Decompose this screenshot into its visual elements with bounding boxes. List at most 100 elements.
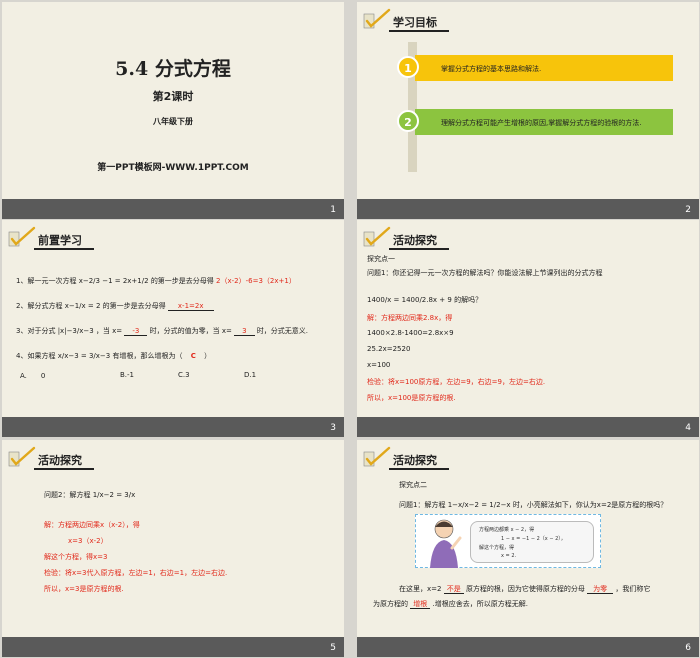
page-number: 1 xyxy=(330,205,336,215)
answer: -3 xyxy=(124,327,148,336)
header-title: 学习目标 xyxy=(393,16,437,29)
pencil-check-icon xyxy=(363,8,391,29)
answer: 2（x-2）-6=3（2x+1） xyxy=(216,277,296,285)
equation: |x|−3/x−3 xyxy=(57,327,94,335)
page-number: 4 xyxy=(685,423,691,433)
slide-4[interactable]: 活动探究 探究点一 问题1：你还记得一元一次方程的解法吗？你能设法解上节课列出的… xyxy=(357,220,699,437)
question-text: 的第一步是去分母得 xyxy=(102,302,166,310)
bubble-line: 1 − x = −1 − 2（x − 2）， xyxy=(501,536,566,542)
header-underline xyxy=(34,468,94,470)
solution-line: x=3（x-2） xyxy=(68,537,108,545)
slide-header: 学习目标 xyxy=(363,8,483,32)
option-a: A. 0 xyxy=(20,372,46,380)
text-line: 问题1：你还记得一元一次方程的解法吗？你能设法解上节课列出的分式方程 xyxy=(367,269,603,277)
header-underline xyxy=(389,30,449,32)
slide-footer: 3 xyxy=(2,417,344,437)
slide-footer: 1 xyxy=(2,199,344,219)
question-text: 时，分式无意义. xyxy=(256,327,309,335)
slide-5[interactable]: 活动探究 问题2：解方程 1/x−2 = 3/x 解：方程两边同乘x（x-2），… xyxy=(2,440,344,657)
text-line: x=100 xyxy=(367,361,391,369)
text-line: 25.2x=2520 xyxy=(367,345,411,353)
text-line: 所以，x=100是原方程的根. xyxy=(367,394,456,402)
equation: x/x−3 = 3/x−3 xyxy=(57,352,111,360)
goal-bar-2: 理解分式方程可能产生增根的原因,掌握解分式方程的验根的方法. xyxy=(415,109,673,135)
solution-bubble: 方程两边都乘 x − 2，得 1 − x = −1 − 2（x − 2）， 解这… xyxy=(470,521,594,563)
answer: 增根 xyxy=(410,600,431,609)
answer-text: 原方程的根，因为它使得原方程的分母 xyxy=(465,585,585,593)
page-number: 2 xyxy=(685,205,691,215)
student-illustration: 方程两边都乘 x − 2，得 1 − x = −1 − 2（x − 2）， 解这… xyxy=(415,514,601,568)
website-label: 第一PPT模板网-WWW.1PPT.COM xyxy=(97,163,249,173)
question-text: ） xyxy=(204,352,212,360)
header-underline xyxy=(34,248,94,250)
header-title: 活动探究 xyxy=(38,454,82,467)
answer: 3 xyxy=(234,327,255,336)
slide-header: 活动探究 xyxy=(363,446,483,470)
text-line: 1400/x = 1400/2.8x + 9 的解吗？ xyxy=(367,296,483,304)
slide-3[interactable]: 前置学习 1、解一元一次方程 x−2/3 −1 = 2x+1/2 的第一步是去分… xyxy=(2,220,344,437)
question-2: 2、解分式方程 x−1/x = 2 的第一步是去分母得 x-1=2x xyxy=(16,301,214,311)
header-underline xyxy=(389,248,449,250)
option-d: D.1 xyxy=(244,371,257,379)
goal-number-2: 2 xyxy=(397,110,419,132)
question-text: 有增根，那么增根为（ xyxy=(112,352,183,360)
answer-text: ，我们称它 xyxy=(615,585,651,593)
text-line: 探究点一 xyxy=(367,255,395,263)
question-text: ，当 x= xyxy=(95,327,123,335)
bubble-line: 解这个方程，得 xyxy=(479,545,515,551)
slide-header: 前置学习 xyxy=(8,226,128,250)
question-text: 的第一步是去分母得 xyxy=(150,277,214,285)
text-line: 解：方程两边同乘2.8x，得 xyxy=(367,314,453,322)
bubble-line: x = 2. xyxy=(501,553,517,559)
equation: x−1/x = 2 xyxy=(64,302,101,310)
solution-line: 解：方程两边同乘x（x-2），得 xyxy=(44,521,140,529)
problem-1: 问题1：解方程 1−x/x−2 = 1/2−x 时，小亮解法如下，你认为x=2是… xyxy=(399,500,667,510)
pencil-check-icon xyxy=(8,226,36,247)
grade-label: 八年级下册 xyxy=(153,117,193,126)
pencil-check-icon xyxy=(8,446,36,467)
header-title: 前置学习 xyxy=(38,234,82,247)
answer: C xyxy=(190,352,196,360)
slide-1[interactable]: 5.4 分式方程 第2课时 八年级下册 第一PPT模板网-WWW.1PPT.CO… xyxy=(2,2,344,219)
slide-2[interactable]: 学习目标 掌握分式方程的基本思路和解法. 1 理解分式方程可能产生增根的原因,掌… xyxy=(357,2,699,219)
pencil-check-icon xyxy=(363,226,391,247)
answer-text: 在这里，x=2 xyxy=(399,585,442,593)
question-text: 1、解一元一次方程 xyxy=(16,277,77,285)
equation: 1/x−2 = 3/x xyxy=(92,491,136,499)
question-text: 3、对于分式 xyxy=(16,327,56,335)
slide-6[interactable]: 活动探究 探究点二 问题1：解方程 1−x/x−2 = 1/2−x 时，小亮解法… xyxy=(357,440,699,657)
answer-line-1: 在这里，x=2 不是 原方程的根，因为它使得原方程的分母 为零 ，我们称它 xyxy=(399,584,650,594)
page-number: 3 xyxy=(330,423,336,433)
question-text: 时，分式的值为零，当 x= xyxy=(149,327,232,335)
question-text: 4、如果方程 xyxy=(16,352,56,360)
slide-header: 活动探究 xyxy=(363,226,483,250)
question-1: 1、解一元一次方程 x−2/3 −1 = 2x+1/2 的第一步是去分母得 2（… xyxy=(16,276,296,286)
solution-line: 所以，x=3是原方程的根. xyxy=(44,585,124,593)
text-line: 检验：将x=100原方程，左边=9，右边=9，左边=右边. xyxy=(367,378,546,386)
page-number: 5 xyxy=(330,643,336,653)
header-title: 活动探究 xyxy=(393,454,437,467)
solution-line: 解这个方程，得x=3 xyxy=(44,553,108,561)
slide-footer: 2 xyxy=(357,199,699,219)
explore-point-2: 探究点二 xyxy=(399,481,427,489)
slide-footer: 5 xyxy=(2,637,344,657)
answer: 不是 xyxy=(443,585,464,594)
header-underline xyxy=(389,468,449,470)
goal-bar-1: 掌握分式方程的基本思路和解法. xyxy=(415,55,673,81)
text-line: 1400×2.8-1400=2.8x×9 xyxy=(367,329,454,337)
option-b: B.-1 xyxy=(120,371,135,379)
answer: 为零 xyxy=(587,585,614,594)
problem-2: 问题2：解方程 1/x−2 = 3/x xyxy=(44,490,135,500)
question-text: 时，小亮解法如下，你认为x=2是原方程的根吗？ xyxy=(512,501,668,509)
question-text: 问题1：解方程 xyxy=(399,501,446,509)
answer-line-2: 为原方程的 增根 .增根应舍去，所以原方程无解. xyxy=(373,599,528,609)
lesson-subtitle: 第2课时 xyxy=(152,90,194,103)
slide-footer: 4 xyxy=(357,417,699,437)
question-3: 3、对于分式 |x|−3/x−3 ，当 x= -3 时，分式的值为零，当 x= … xyxy=(16,326,308,336)
question-text: 2、解分式方程 xyxy=(16,302,63,310)
header-title: 活动探究 xyxy=(393,234,437,247)
goal-number-1: 1 xyxy=(397,56,419,78)
lesson-title: 5.4 分式方程 xyxy=(115,58,231,80)
equation: 1−x/x−2 = 1/2−x xyxy=(447,501,511,509)
bubble-line: 方程两边都乘 x − 2，得 xyxy=(479,527,535,533)
